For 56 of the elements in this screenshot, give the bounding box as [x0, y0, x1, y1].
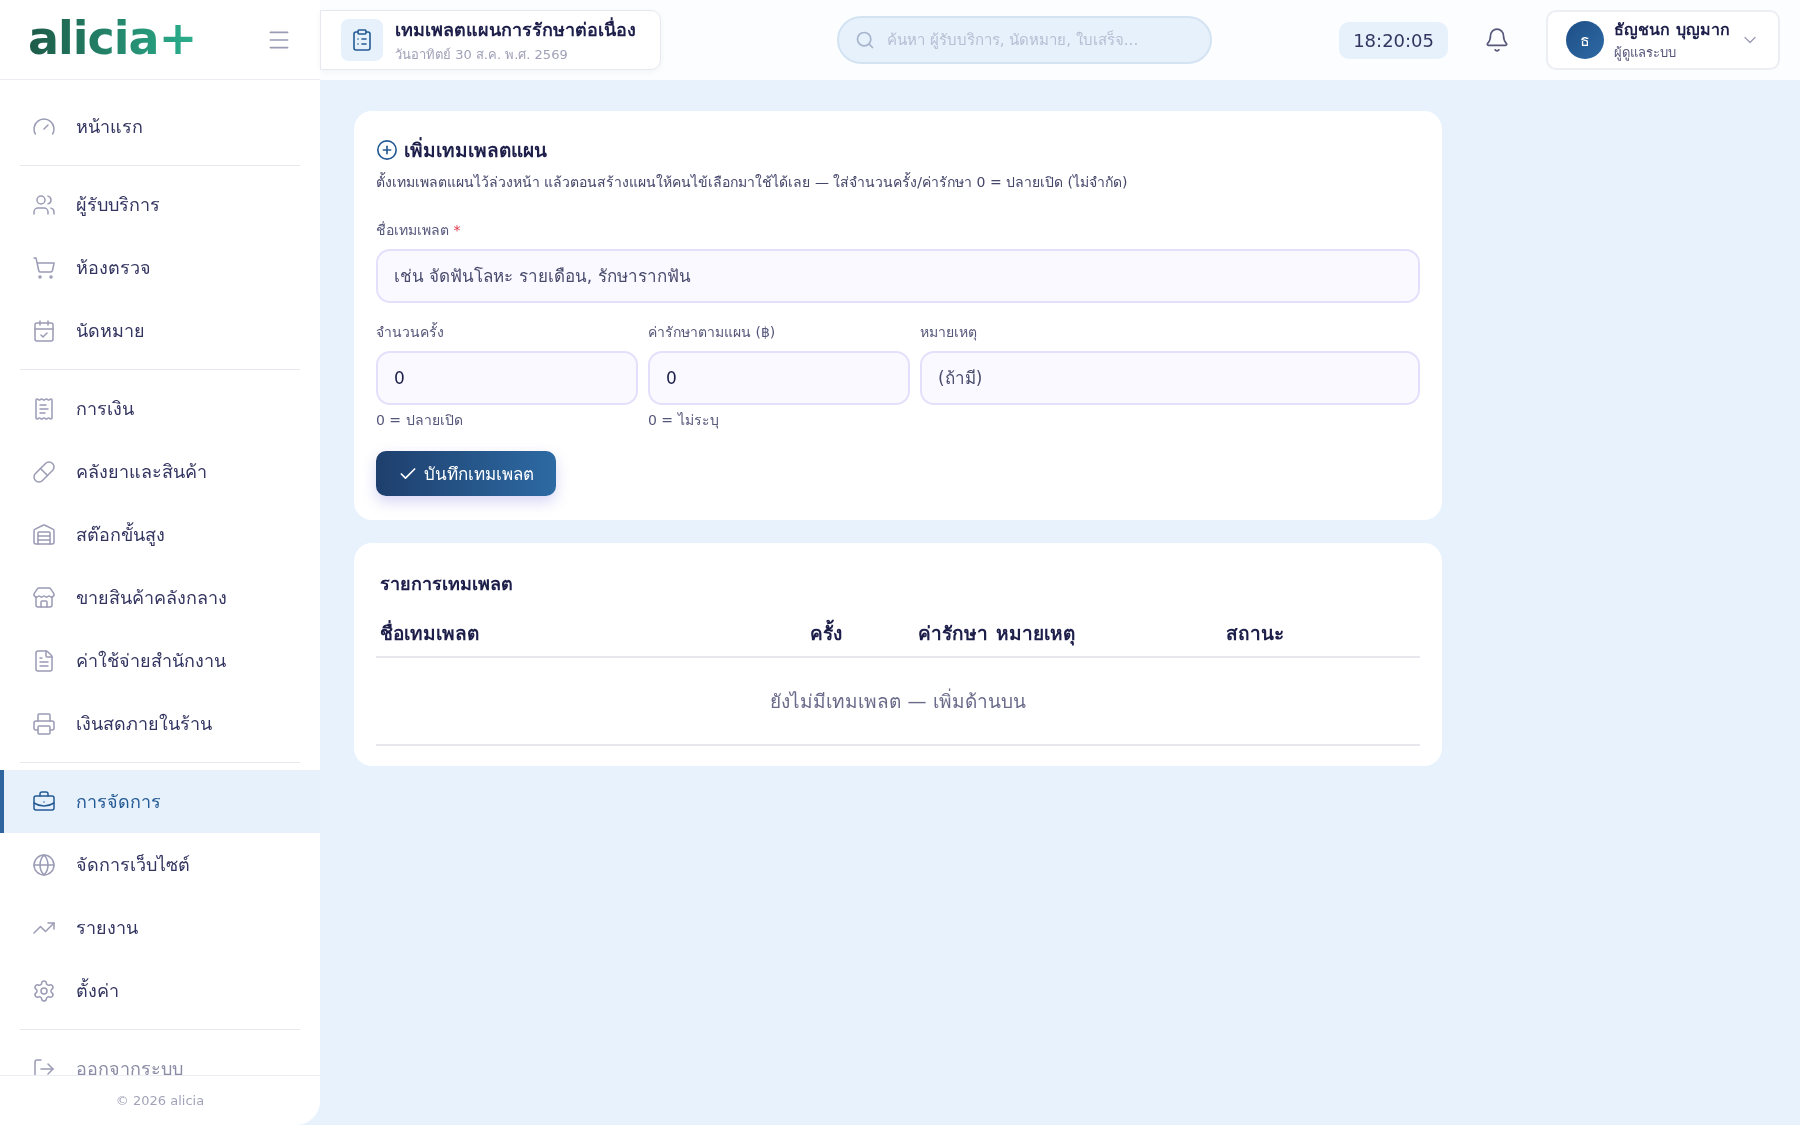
field-hint: 0 = ไม่ระบุ [648, 411, 720, 431]
field-label: หมายเหตุ [920, 323, 978, 343]
settings-icon [32, 978, 56, 1003]
sidebar-item[interactable]: รายงาน [0, 896, 320, 959]
input-field[interactable]: 0 [648, 351, 910, 405]
column-header: สถานะ [1221, 612, 1420, 657]
page-title: เทมเพลตแผนการรักษาต่อเนื่อง [395, 16, 636, 42]
sidebar-item[interactable]: ตั้งค่า [0, 959, 320, 1022]
form-title: เพิ่มเทมเพลตแผน [376, 135, 1420, 165]
receipt-icon [32, 396, 56, 421]
document-icon [32, 648, 56, 673]
date-text: วันอาทิตย์ 30 ส.ค. พ.ศ. 2569 [395, 46, 569, 64]
logout-icon [32, 1056, 56, 1075]
save-button[interactable]: บันทึกเทมเพลต [376, 451, 556, 496]
store-icon [32, 585, 56, 610]
input-field[interactable]: เช่น จัดฟันโลหะ รายเดือน, รักษารากฟัน [376, 249, 1420, 303]
field-label: ชื่อเทมเพลต * [376, 220, 462, 240]
cart-icon [32, 255, 56, 280]
sidebar-item[interactable]: เงินสดภายในร้าน [0, 692, 320, 755]
clock: 18:20:05 [1339, 21, 1448, 59]
description: ตั้งเทมเพลตแผนไว้ล่วงหน้า แล้วตอนสร้างแผนให้คนไข้เลือกมาใช้ได้เลย — ใส่จำนวนครั้ง/ค่ารักษา 0 = ปลายเปิด (ไม่จำกัด) [376, 171, 1129, 192]
input-field[interactable]: (ถ้ามี) [920, 351, 1420, 405]
sidebar-item[interactable]: หน้าแรก [0, 95, 320, 158]
calendar-icon [32, 318, 56, 343]
avatar: ธ [1566, 21, 1604, 59]
column-header: ครั้ง [751, 612, 846, 657]
input-field[interactable]: 0 [376, 351, 638, 405]
sidebar-item[interactable]: ค่าใช้จ่ายสำนักงาน [0, 629, 320, 692]
sidebar-item[interactable]: จัดการเว็บไซต์ [0, 833, 320, 896]
column-header: ชื่อเทมเพลต [376, 612, 752, 657]
empty-message: ยังไม่มีเทมเพลต — เพิ่มด้านบน [376, 657, 1420, 745]
sidebar-item[interactable]: ห้องตรวจ [0, 236, 320, 299]
sidebar-item[interactable]: การจัดการ [0, 770, 320, 833]
clipboard-icon [341, 19, 383, 61]
sidebar-item[interactable]: คลังยาและสินค้า [0, 440, 320, 503]
warehouse-icon [32, 522, 56, 547]
column-header: ค่ารักษา [845, 612, 992, 657]
field-label: ค่ารักษาตามแผน (฿) [648, 323, 777, 342]
sidebar-item[interactable]: ผู้รับบริการ [0, 173, 320, 236]
column-header: หมายเหตุ [991, 612, 1222, 657]
sidebar-item[interactable]: การเงิน [0, 377, 320, 440]
globe-icon [32, 852, 56, 877]
footer-text: © 2026 alicia [0, 1075, 320, 1125]
table-title: รายการเทมเพลต [380, 572, 514, 596]
search-icon [855, 30, 875, 50]
users-icon [32, 192, 56, 217]
pill-icon [32, 459, 56, 484]
briefcase-icon [32, 789, 56, 814]
sidebar-item[interactable]: ขายสินค้าคลังกลาง [0, 566, 320, 629]
field-label: จำนวนครั้ง [376, 321, 445, 342]
sidebar-item[interactable]: สต๊อกขั้นสูง [0, 503, 320, 566]
plus-icon [376, 139, 398, 161]
user-menu[interactable]: ธ ธัญชนก บุญมาก ผู้ดูแลระบบ [1546, 10, 1780, 70]
field-hint: 0 = ปลายเปิด [376, 411, 464, 430]
printer-icon [32, 711, 56, 736]
sidebar-item[interactable]: นัดหมาย [0, 299, 320, 362]
